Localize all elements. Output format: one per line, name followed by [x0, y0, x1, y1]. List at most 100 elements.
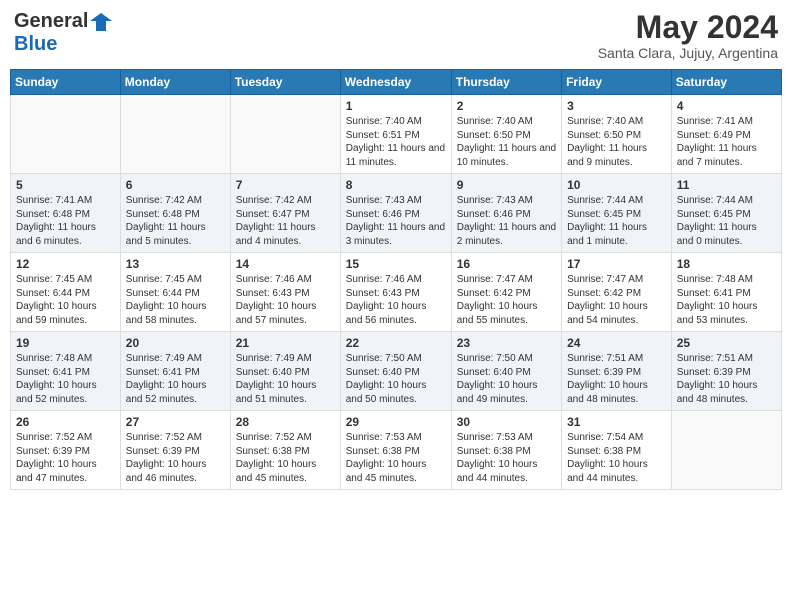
col-header-tuesday: Tuesday — [230, 70, 340, 95]
day-info: Sunrise: 7:48 AM Sunset: 6:41 PM Dayligh… — [677, 273, 776, 327]
day-info: Sunrise: 7:49 AM Sunset: 6:41 PM Dayligh… — [126, 352, 225, 406]
calendar-cell: 10 Sunrise: 7:44 AM Sunset: 6:45 PM Dayli… — [562, 174, 672, 253]
day-number: 21 — [236, 336, 335, 350]
calendar-cell: 26 Sunrise: 7:52 AM Sunset: 6:39 PM Dayli… — [11, 411, 121, 490]
col-header-wednesday: Wednesday — [340, 70, 451, 95]
calendar-cell: 31 Sunrise: 7:54 AM Sunset: 6:38 PM Dayli… — [562, 411, 672, 490]
day-number: 9 — [457, 178, 556, 192]
calendar-cell: 14 Sunrise: 7:46 AM Sunset: 6:43 PM Dayli… — [230, 253, 340, 332]
col-header-friday: Friday — [562, 70, 672, 95]
day-number: 26 — [16, 415, 115, 429]
title-block: May 2024 Santa Clara, Jujuy, Argentina — [598, 10, 778, 61]
day-info: Sunrise: 7:49 AM Sunset: 6:40 PM Dayligh… — [236, 352, 335, 406]
calendar-cell: 6 Sunrise: 7:42 AM Sunset: 6:48 PM Daylig… — [120, 174, 230, 253]
day-info: Sunrise: 7:48 AM Sunset: 6:41 PM Dayligh… — [16, 352, 115, 406]
day-info: Sunrise: 7:40 AM Sunset: 6:50 PM Dayligh… — [567, 115, 666, 169]
day-info: Sunrise: 7:42 AM Sunset: 6:47 PM Dayligh… — [236, 194, 335, 248]
calendar-cell — [11, 95, 121, 174]
day-number: 22 — [346, 336, 446, 350]
calendar-cell: 17 Sunrise: 7:47 AM Sunset: 6:42 PM Dayli… — [562, 253, 672, 332]
calendar-cell: 24 Sunrise: 7:51 AM Sunset: 6:39 PM Dayli… — [562, 332, 672, 411]
calendar-cell — [671, 411, 781, 490]
calendar-cell: 23 Sunrise: 7:50 AM Sunset: 6:40 PM Dayli… — [451, 332, 561, 411]
day-number: 19 — [16, 336, 115, 350]
location: Santa Clara, Jujuy, Argentina — [598, 45, 778, 61]
col-header-sunday: Sunday — [11, 70, 121, 95]
col-header-thursday: Thursday — [451, 70, 561, 95]
calendar-week-2: 5Sunrise: 7:41 AM Sunset: 6:48 PM Daylig… — [11, 174, 782, 253]
calendar-cell: 12 Sunrise: 7:45 AM Sunset: 6:44 PM Dayli… — [11, 253, 121, 332]
day-number: 30 — [457, 415, 556, 429]
day-number: 29 — [346, 415, 446, 429]
day-info: Sunrise: 7:41 AM Sunset: 6:49 PM Dayligh… — [677, 115, 776, 169]
calendar-cell: 16Sunrise: 7:47 AM Sunset: 6:42 PM Dayli… — [451, 253, 561, 332]
day-info: Sunrise: 7:50 AM Sunset: 6:40 PM Dayligh… — [346, 352, 446, 406]
calendar-cell: 28 Sunrise: 7:52 AM Sunset: 6:38 PM Dayli… — [230, 411, 340, 490]
calendar-week-1: 1 Sunrise: 7:40 AM Sunset: 6:51 PM Daylig… — [11, 95, 782, 174]
day-number: 13 — [126, 257, 225, 271]
day-number: 23 — [457, 336, 556, 350]
day-info: Sunrise: 7:42 AM Sunset: 6:48 PM Dayligh… — [126, 194, 225, 248]
month-title: May 2024 — [598, 10, 778, 45]
day-info: Sunrise: 7:40 AM Sunset: 6:51 PM Dayligh… — [346, 115, 446, 169]
calendar-cell: 11 Sunrise: 7:44 AM Sunset: 6:45 PM Dayli… — [671, 174, 781, 253]
day-info: Sunrise: 7:50 AM Sunset: 6:40 PM Dayligh… — [457, 352, 556, 406]
calendar-cell: 29 Sunrise: 7:53 AM Sunset: 6:38 PM Dayli… — [340, 411, 451, 490]
day-number: 4 — [677, 99, 776, 113]
day-number: 6 — [126, 178, 225, 192]
day-number: 8 — [346, 178, 446, 192]
calendar-cell: 5Sunrise: 7:41 AM Sunset: 6:48 PM Daylig… — [11, 174, 121, 253]
day-number: 28 — [236, 415, 335, 429]
day-info: Sunrise: 7:43 AM Sunset: 6:46 PM Dayligh… — [346, 194, 446, 248]
day-number: 17 — [567, 257, 666, 271]
calendar-cell: 27 Sunrise: 7:52 AM Sunset: 6:39 PM Dayli… — [120, 411, 230, 490]
calendar-cell: 9 Sunrise: 7:43 AM Sunset: 6:46 PM Daylig… — [451, 174, 561, 253]
day-info: Sunrise: 7:52 AM Sunset: 6:39 PM Dayligh… — [126, 431, 225, 485]
day-info: Sunrise: 7:47 AM Sunset: 6:42 PM Dayligh… — [567, 273, 666, 327]
calendar-header-row: SundayMondayTuesdayWednesdayThursdayFrid… — [11, 70, 782, 95]
day-info: Sunrise: 7:51 AM Sunset: 6:39 PM Dayligh… — [567, 352, 666, 406]
day-number: 27 — [126, 415, 225, 429]
calendar-table: SundayMondayTuesdayWednesdayThursdayFrid… — [10, 69, 782, 490]
day-number: 7 — [236, 178, 335, 192]
day-info: Sunrise: 7:52 AM Sunset: 6:38 PM Dayligh… — [236, 431, 335, 485]
day-number: 3 — [567, 99, 666, 113]
day-number: 10 — [567, 178, 666, 192]
day-info: Sunrise: 7:51 AM Sunset: 6:39 PM Dayligh… — [677, 352, 776, 406]
calendar-cell: 22 Sunrise: 7:50 AM Sunset: 6:40 PM Dayli… — [340, 332, 451, 411]
calendar-week-5: 26 Sunrise: 7:52 AM Sunset: 6:39 PM Dayli… — [11, 411, 782, 490]
day-info: Sunrise: 7:46 AM Sunset: 6:43 PM Dayligh… — [236, 273, 335, 327]
day-info: Sunrise: 7:54 AM Sunset: 6:38 PM Dayligh… — [567, 431, 666, 485]
day-info: Sunrise: 7:52 AM Sunset: 6:39 PM Dayligh… — [16, 431, 115, 485]
calendar-cell: 21 Sunrise: 7:49 AM Sunset: 6:40 PM Dayli… — [230, 332, 340, 411]
day-number: 16 — [457, 257, 556, 271]
day-info: Sunrise: 7:53 AM Sunset: 6:38 PM Dayligh… — [457, 431, 556, 485]
day-number: 5 — [16, 178, 115, 192]
calendar-week-3: 12 Sunrise: 7:45 AM Sunset: 6:44 PM Dayli… — [11, 253, 782, 332]
day-info: Sunrise: 7:44 AM Sunset: 6:45 PM Dayligh… — [567, 194, 666, 248]
calendar-cell: 3 Sunrise: 7:40 AM Sunset: 6:50 PM Daylig… — [562, 95, 672, 174]
calendar-cell: 1 Sunrise: 7:40 AM Sunset: 6:51 PM Daylig… — [340, 95, 451, 174]
day-number: 1 — [346, 99, 446, 113]
day-number: 11 — [677, 178, 776, 192]
logo: General Blue — [14, 10, 114, 56]
calendar-cell: 19 Sunrise: 7:48 AM Sunset: 6:41 PM Dayli… — [11, 332, 121, 411]
day-info: Sunrise: 7:53 AM Sunset: 6:38 PM Dayligh… — [346, 431, 446, 485]
day-info: Sunrise: 7:43 AM Sunset: 6:46 PM Dayligh… — [457, 194, 556, 248]
calendar-cell: 7 Sunrise: 7:42 AM Sunset: 6:47 PM Daylig… — [230, 174, 340, 253]
col-header-monday: Monday — [120, 70, 230, 95]
day-number: 24 — [567, 336, 666, 350]
logo-blue: Blue — [14, 33, 57, 56]
day-info: Sunrise: 7:44 AM Sunset: 6:45 PM Dayligh… — [677, 194, 776, 248]
calendar-cell — [230, 95, 340, 174]
col-header-saturday: Saturday — [671, 70, 781, 95]
day-number: 31 — [567, 415, 666, 429]
calendar-cell: 13Sunrise: 7:45 AM Sunset: 6:44 PM Dayli… — [120, 253, 230, 332]
day-number: 14 — [236, 257, 335, 271]
day-info: Sunrise: 7:45 AM Sunset: 6:44 PM Dayligh… — [16, 273, 115, 327]
calendar-cell: 18Sunrise: 7:48 AM Sunset: 6:41 PM Dayli… — [671, 253, 781, 332]
day-number: 12 — [16, 257, 115, 271]
day-number: 20 — [126, 336, 225, 350]
day-number: 15 — [346, 257, 446, 271]
calendar-cell: 15Sunrise: 7:46 AM Sunset: 6:43 PM Dayli… — [340, 253, 451, 332]
